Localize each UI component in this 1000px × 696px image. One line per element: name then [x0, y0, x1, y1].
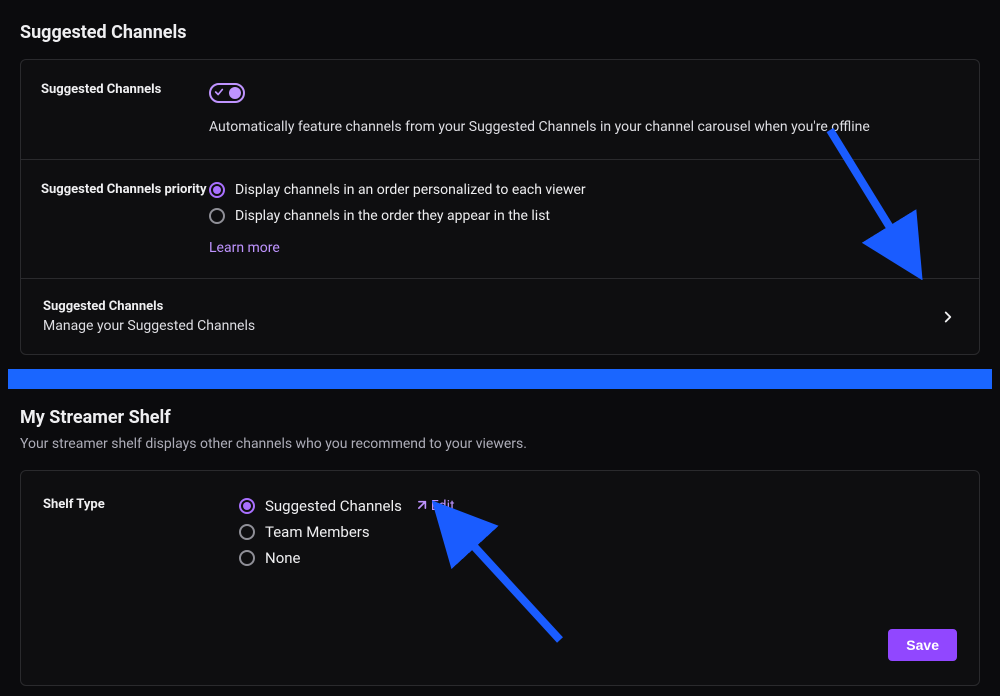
streamer-shelf-card: Shelf Type Suggested Channels Edit Team …	[20, 470, 980, 686]
priority-option-label: Display channels in the order they appea…	[235, 208, 550, 224]
edit-link-label: Edit	[431, 498, 455, 514]
priority-option-label: Display channels in an order personalize…	[235, 182, 586, 198]
learn-more-link[interactable]: Learn more	[209, 240, 280, 256]
shelf-type-row: Shelf Type Suggested Channels Edit Team …	[21, 471, 979, 585]
radio-icon	[239, 498, 255, 514]
shelf-option-label: Team Members	[265, 523, 370, 541]
suggested-channels-toggle-description: Automatically feature channels from your…	[209, 117, 959, 137]
shelf-option-suggested[interactable]: Suggested Channels Edit	[239, 497, 455, 515]
chevron-right-icon	[939, 308, 957, 326]
highlight-bar	[8, 369, 992, 389]
section-title-suggested-channels: Suggested Channels	[8, 8, 992, 59]
shelf-option-none[interactable]: None	[239, 549, 455, 567]
shelf-type-label: Shelf Type	[43, 497, 239, 512]
section-title-streamer-shelf: My Streamer Shelf	[20, 401, 980, 436]
suggested-channels-toggle-label: Suggested Channels	[41, 82, 209, 99]
manage-row-title: Suggested Channels	[43, 299, 255, 314]
priority-label: Suggested Channels priority	[41, 182, 209, 199]
suggested-channels-card: Suggested Channels Automatically feature…	[20, 59, 980, 355]
external-link-icon	[414, 500, 427, 513]
radio-icon	[239, 524, 255, 540]
save-button[interactable]: Save	[888, 629, 957, 661]
shelf-option-label: None	[265, 549, 301, 567]
check-icon	[214, 87, 224, 97]
radio-icon	[209, 208, 225, 224]
settings-page: Suggested Channels Suggested Channels Au…	[0, 0, 1000, 686]
streamer-shelf-subtitle: Your streamer shelf displays other chann…	[20, 436, 980, 470]
shelf-option-label: Suggested Channels	[265, 497, 402, 515]
suggested-channels-priority-row: Suggested Channels priority Display chan…	[21, 160, 979, 279]
suggested-channels-toggle[interactable]	[209, 83, 245, 103]
manage-suggested-channels-row[interactable]: Suggested Channels Manage your Suggested…	[21, 279, 979, 354]
suggested-channels-toggle-row: Suggested Channels Automatically feature…	[21, 60, 979, 160]
radio-icon	[209, 182, 225, 198]
shelf-option-team[interactable]: Team Members	[239, 523, 455, 541]
priority-option-personalized[interactable]: Display channels in an order personalize…	[209, 182, 959, 198]
priority-option-list-order[interactable]: Display channels in the order they appea…	[209, 208, 959, 224]
radio-icon	[239, 550, 255, 566]
edit-link[interactable]: Edit	[414, 498, 455, 514]
manage-row-subtitle: Manage your Suggested Channels	[43, 318, 255, 334]
toggle-knob	[229, 87, 241, 99]
